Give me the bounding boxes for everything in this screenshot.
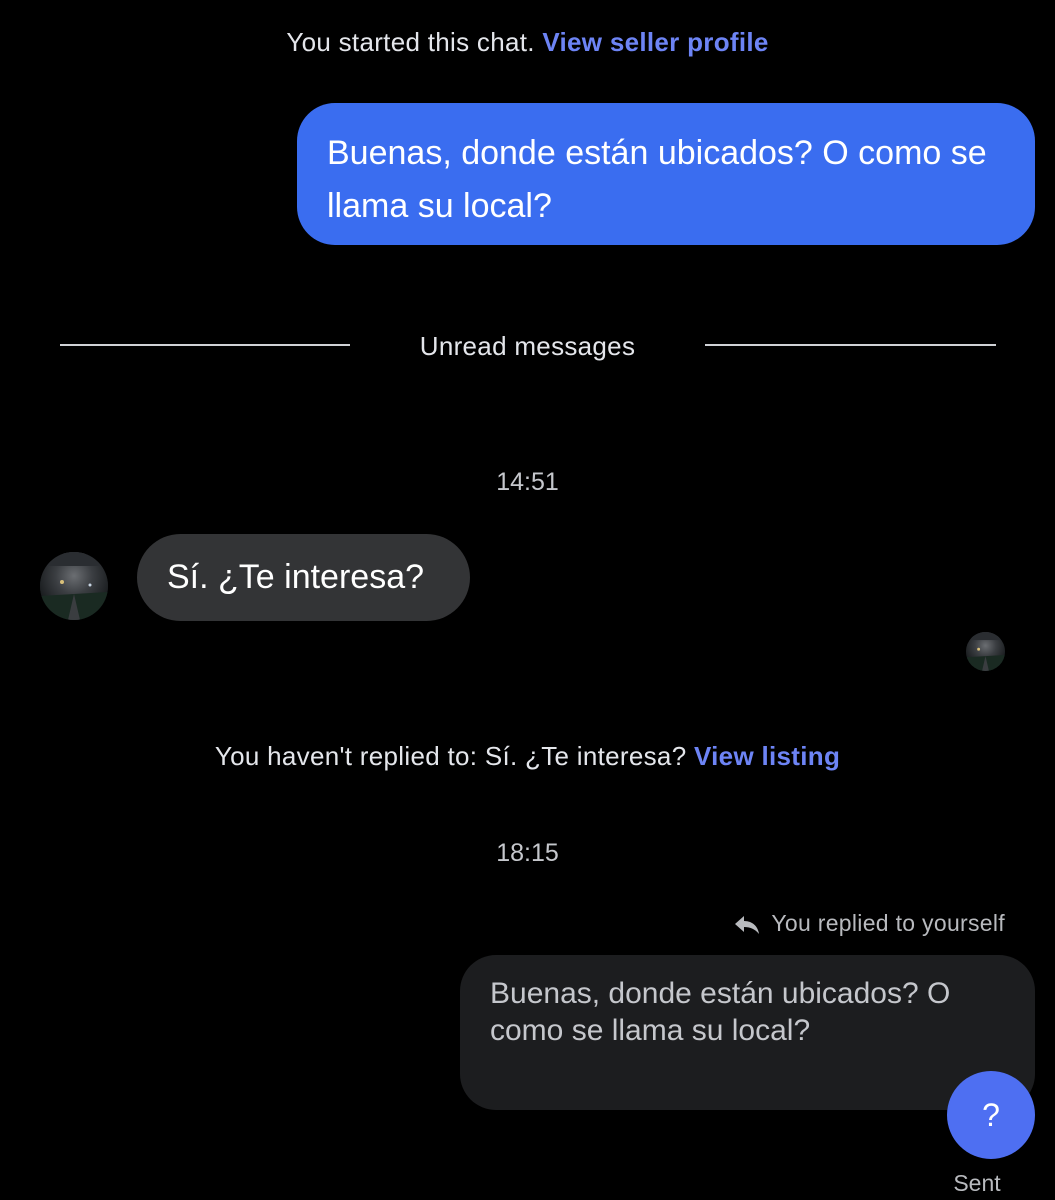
reply-arrow-icon: [733, 912, 761, 934]
avatar-photo-icon: [966, 632, 1005, 671]
reply-context-text: You replied to yourself: [771, 910, 1005, 936]
incoming-message-bubble[interactable]: Sí. ¿Te interesa?: [137, 534, 470, 621]
message-status: Sent: [953, 1170, 1001, 1196]
seen-receipt-avatar: [966, 632, 1005, 671]
incoming-message-text: Sí. ¿Te interesa?: [167, 558, 425, 596]
message-timestamp: 18:15: [496, 839, 559, 867]
divider-line-right: [705, 344, 996, 346]
not-replied-notice: You haven't replied to: Sí. ¿Te interesa…: [0, 738, 1055, 774]
view-seller-profile-link[interactable]: View seller profile: [542, 27, 768, 57]
unread-messages-divider: Unread messages: [419, 331, 636, 361]
chat-start-text: You started this chat.: [286, 27, 535, 57]
view-listing-link[interactable]: View listing: [694, 741, 840, 771]
help-button[interactable]: ?: [947, 1071, 1035, 1159]
divider-line-left: [60, 344, 350, 346]
replied-message-text: Buenas, donde están ubicados? O como se …: [490, 977, 951, 1047]
outgoing-message-text: Buenas, donde están ubicados? O como se …: [327, 134, 987, 225]
replied-message-bubble[interactable]: Buenas, donde están ubicados? O como se …: [460, 955, 1035, 1110]
seller-avatar[interactable]: [40, 552, 108, 620]
message-timestamp: 14:51: [496, 468, 559, 496]
reply-context: You replied to yourself: [733, 907, 1005, 939]
chat-start-notice: You started this chat. View seller profi…: [0, 24, 1055, 60]
not-replied-text: You haven't replied to: Sí. ¿Te interesa…: [214, 741, 687, 771]
outgoing-message-bubble[interactable]: Buenas, donde están ubicados? O como se …: [297, 103, 1035, 245]
avatar-photo-icon: [40, 552, 108, 620]
